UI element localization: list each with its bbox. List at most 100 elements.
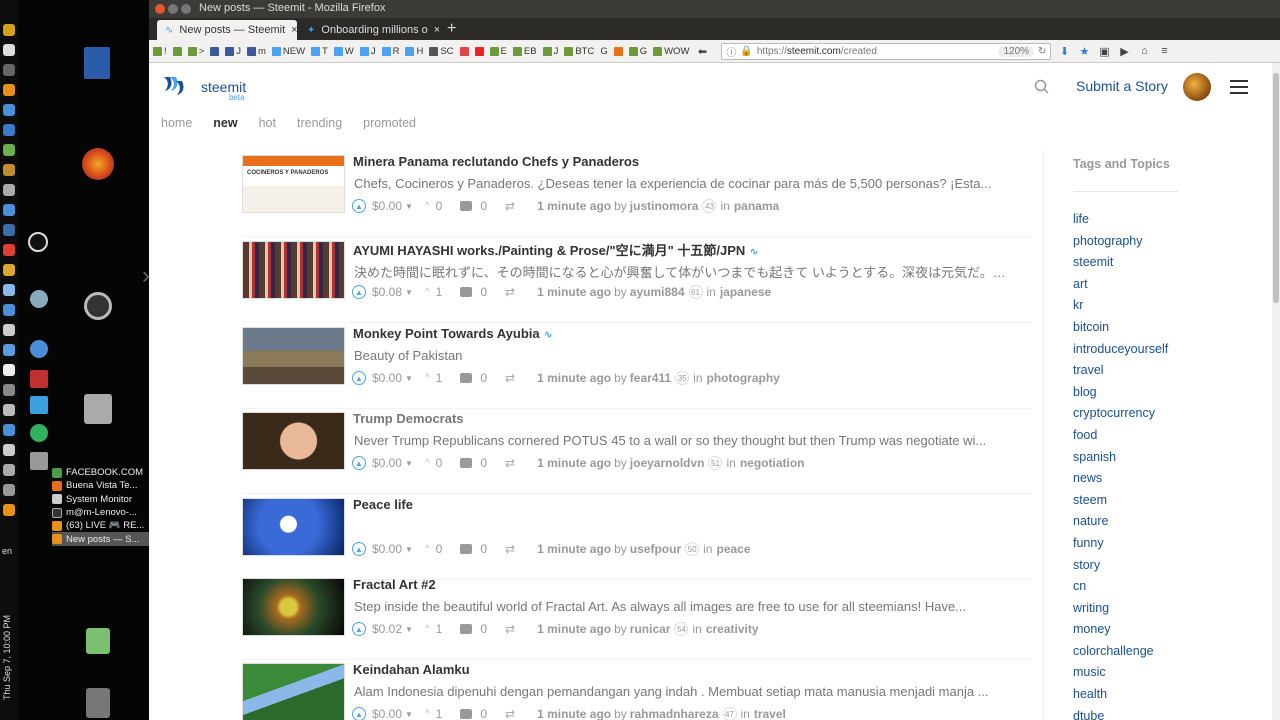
tag-link[interactable]: cn: [1073, 578, 1168, 600]
upvote-icon[interactable]: ▲: [352, 371, 366, 385]
calendar-icon[interactable]: [3, 124, 15, 136]
post-category[interactable]: creativity: [706, 622, 759, 636]
resteem-icon[interactable]: ⇄: [505, 456, 515, 470]
post-author[interactable]: justinomora: [630, 199, 699, 213]
post-excerpt[interactable]: Beauty of Pakistan: [354, 348, 1014, 363]
tray-icon[interactable]: [3, 344, 15, 356]
tag-link[interactable]: funny: [1073, 535, 1168, 557]
tag-link[interactable]: colorchallenge: [1073, 643, 1168, 665]
post-title[interactable]: Monkey Point Towards Ayubia ∿: [353, 326, 553, 341]
post-author[interactable]: usefpour: [630, 542, 681, 556]
zoom-indicator[interactable]: 120%: [998, 45, 1035, 57]
voters-icon[interactable]: ^: [425, 373, 430, 384]
bookmark[interactable]: [210, 46, 220, 56]
bookmark[interactable]: [172, 46, 182, 56]
home-icon[interactable]: ⌂: [1137, 45, 1151, 57]
bitcoin-icon[interactable]: [3, 24, 15, 36]
post-thumbnail[interactable]: [242, 241, 345, 299]
payout[interactable]: $0.00: [372, 542, 402, 556]
info-icon[interactable]: ⓘ: [726, 44, 736, 59]
post-item[interactable]: Fractal Art #2 Step inside the beautiful …: [242, 574, 1032, 660]
post-excerpt[interactable]: 決めた時間に眠れずに、その時間になると心が興奮して体がいつまでも起きて いようと…: [354, 262, 1014, 281]
new-tab-button[interactable]: +: [447, 20, 456, 38]
vote-count[interactable]: 1: [436, 371, 443, 385]
tray-icon[interactable]: [3, 184, 15, 196]
post-item[interactable]: AYUMI HAYASHI works./Painting & Prose/"空…: [242, 237, 1032, 323]
vote-count[interactable]: 1: [436, 622, 443, 636]
app-icon[interactable]: [30, 396, 48, 414]
tag-link[interactable]: story: [1073, 557, 1168, 579]
comment-count[interactable]: 0: [480, 622, 487, 636]
post-author[interactable]: joeyarnoldvn: [630, 456, 705, 470]
post-title[interactable]: Fractal Art #2: [353, 577, 436, 592]
tab-new-posts[interactable]: ∿ New posts — Steemit ×: [157, 20, 297, 40]
tag-link[interactable]: photography: [1073, 233, 1168, 255]
tray-icon[interactable]: [3, 164, 15, 176]
post-excerpt[interactable]: Chefs, Cocineros y Panaderos. ¿Deseas te…: [354, 176, 1014, 191]
payout[interactable]: $0.00: [372, 707, 402, 720]
chevron-down-icon[interactable]: ▼: [405, 710, 413, 719]
resteem-icon[interactable]: ⇄: [505, 199, 515, 213]
chevron-down-icon[interactable]: ▼: [405, 625, 413, 634]
tray-icon[interactable]: [3, 384, 15, 396]
comment-count[interactable]: 0: [480, 371, 487, 385]
post-time[interactable]: 1 minute ago: [537, 456, 611, 470]
tray-icon[interactable]: [3, 364, 15, 376]
app-icon[interactable]: [30, 424, 48, 442]
download-icon[interactable]: ⬇: [1057, 45, 1071, 58]
vote-count[interactable]: 0: [436, 456, 443, 470]
comment-icon[interactable]: [460, 373, 473, 383]
payout[interactable]: $0.00: [372, 456, 402, 470]
post-time[interactable]: 1 minute ago: [537, 371, 611, 385]
tag-link[interactable]: life: [1073, 211, 1168, 233]
submit-story-link[interactable]: Submit a Story: [1076, 78, 1168, 94]
bookmark[interactable]: [459, 46, 469, 56]
menu-icon[interactable]: ≡: [1157, 45, 1171, 57]
resteem-icon[interactable]: ⇄: [505, 371, 515, 385]
nav-trending[interactable]: trending: [297, 116, 342, 130]
comment-icon[interactable]: [460, 624, 473, 634]
bookmark[interactable]: SC: [429, 46, 454, 57]
tray-icon[interactable]: [3, 284, 15, 296]
tag-link[interactable]: news: [1073, 470, 1168, 492]
bookmark[interactable]: R: [381, 46, 399, 57]
comment-icon[interactable]: [460, 544, 473, 554]
bookmark[interactable]: >: [187, 46, 204, 57]
youtube-icon[interactable]: ▶: [1117, 45, 1131, 58]
post-thumbnail[interactable]: [242, 327, 345, 385]
post-title[interactable]: Trump Democrats: [353, 411, 464, 426]
close-tab-icon[interactable]: ×: [291, 24, 297, 36]
bookmark[interactable]: T: [311, 46, 328, 57]
tray-icon[interactable]: [3, 224, 15, 236]
bookmark[interactable]: BTC: [564, 46, 594, 57]
comment-count[interactable]: 0: [480, 707, 487, 720]
post-title[interactable]: Keindahan Alamku: [353, 662, 470, 677]
bitcoin-icon[interactable]: [3, 84, 15, 96]
payout[interactable]: $0.02: [372, 622, 402, 636]
app-icon[interactable]: [30, 290, 48, 308]
comment-icon[interactable]: [460, 709, 473, 719]
app-icon[interactable]: [30, 452, 48, 470]
file-cabinet-icon[interactable]: [84, 394, 112, 424]
post-item[interactable]: Peace life ▲ $0.00 ▼ ^ 0 0 ⇄ 1 minute ago by usefp…: [242, 494, 1032, 580]
hamburger-menu-icon[interactable]: [1230, 80, 1248, 94]
bookmark[interactable]: [613, 46, 623, 56]
user-icon[interactable]: [86, 628, 110, 654]
comment-count[interactable]: 0: [480, 456, 487, 470]
post-item[interactable]: Monkey Point Towards Ayubia ∿ Beauty of Pa…: [242, 323, 1032, 409]
filezilla-icon[interactable]: [30, 370, 48, 388]
voters-icon[interactable]: ^: [425, 709, 430, 720]
star-icon[interactable]: ★: [1077, 45, 1091, 58]
post-author[interactable]: ayumi884: [630, 285, 685, 299]
payout[interactable]: $0.00: [372, 199, 402, 213]
bookmark[interactable]: EB: [512, 46, 537, 57]
chevron-down-icon[interactable]: ▼: [405, 459, 413, 468]
upvote-icon[interactable]: ▲: [352, 456, 366, 470]
post-category[interactable]: japanese: [720, 285, 771, 299]
comment-icon[interactable]: [460, 201, 473, 211]
upvote-icon[interactable]: ▲: [352, 622, 366, 636]
avatar[interactable]: [1183, 73, 1211, 101]
app-icon[interactable]: [30, 340, 48, 358]
bookmark[interactable]: H: [405, 46, 423, 57]
post-category[interactable]: photography: [707, 371, 780, 385]
